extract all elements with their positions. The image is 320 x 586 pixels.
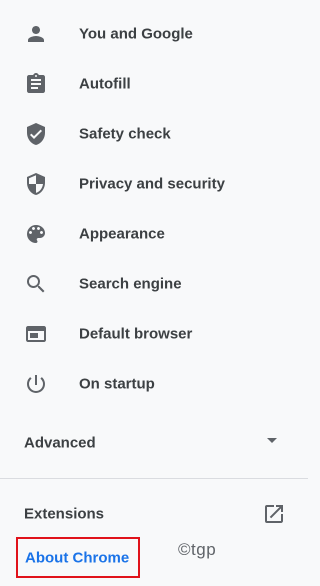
nav-item-about-chrome[interactable]: About Chrome: [16, 537, 140, 578]
search-icon: [24, 272, 48, 296]
advanced-label: Advanced: [24, 434, 96, 452]
power-icon: [24, 372, 48, 396]
nav-item-safety-check[interactable]: Safety check: [0, 109, 308, 159]
nav-item-label: Default browser: [79, 325, 193, 343]
nav-item-label: Appearance: [79, 225, 165, 243]
nav-item-autofill[interactable]: Autofill: [0, 59, 308, 109]
nav-item-label: Autofill: [79, 75, 131, 93]
settings-side-nav: You and Google Autofill Safety check Pri…: [0, 0, 308, 586]
extensions-label: Extensions: [24, 505, 105, 523]
nav-item-default-browser[interactable]: Default browser: [0, 309, 308, 359]
clipboard-icon: [24, 72, 48, 96]
nav-item-on-startup[interactable]: On startup: [0, 359, 308, 409]
shield-half-icon: [24, 172, 48, 196]
nav-item-label: Safety check: [79, 125, 171, 143]
nav-item-label: You and Google: [79, 25, 193, 43]
chevron-down-icon: [267, 438, 277, 443]
nav-item-privacy-and-security[interactable]: Privacy and security: [0, 159, 308, 209]
advanced-section-toggle[interactable]: Advanced: [0, 418, 308, 468]
nav-item-appearance[interactable]: Appearance: [0, 209, 308, 259]
browser-window-icon: [24, 322, 48, 346]
palette-icon: [24, 222, 48, 246]
nav-item-extensions[interactable]: Extensions: [0, 492, 308, 536]
nav-item-you-and-google[interactable]: You and Google: [0, 9, 308, 59]
nav-item-label: Privacy and security: [79, 175, 225, 193]
person-icon: [24, 22, 48, 46]
nav-item-label: On startup: [79, 375, 155, 393]
nav-divider: [0, 478, 308, 479]
about-chrome-label: About Chrome: [25, 549, 130, 566]
nav-item-search-engine[interactable]: Search engine: [0, 259, 308, 309]
watermark: ©tgp: [178, 540, 217, 559]
shield-check-icon: [24, 122, 48, 146]
nav-item-label: Search engine: [79, 275, 182, 293]
open-in-new-icon: [262, 502, 286, 526]
